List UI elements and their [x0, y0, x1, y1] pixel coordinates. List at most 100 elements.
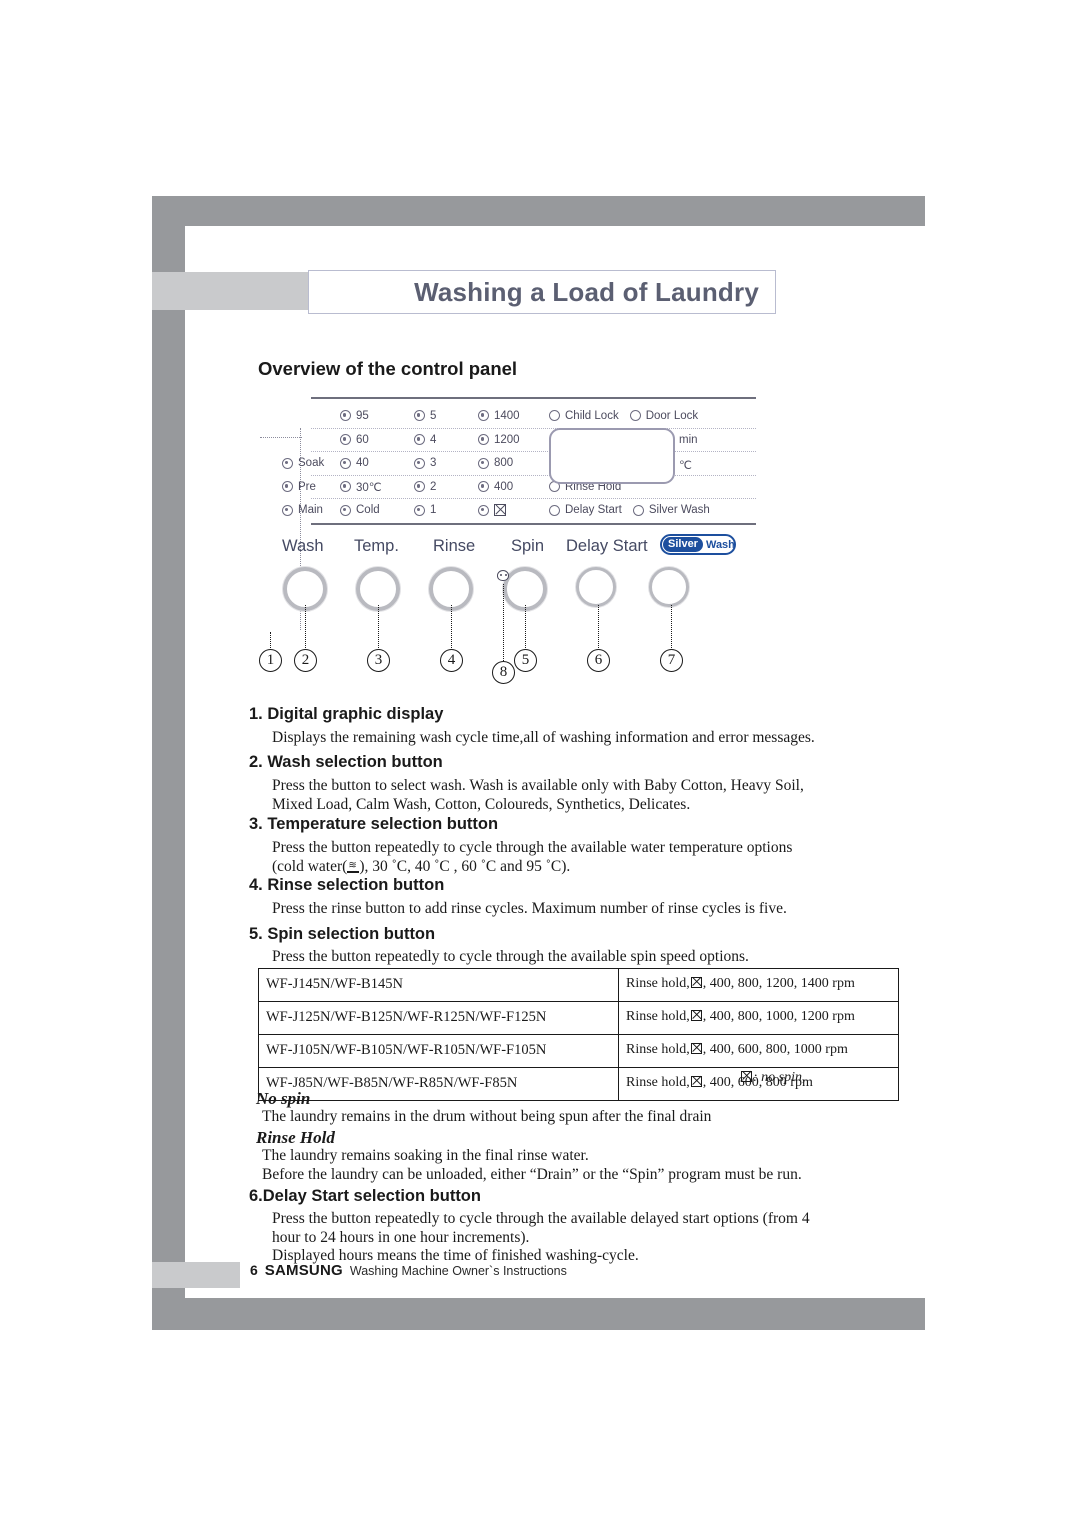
term-no-spin: No spin	[256, 1089, 311, 1108]
button-label-delay-start: Delay Start	[566, 537, 648, 555]
spin-prefix: Rinse hold,	[626, 1075, 690, 1090]
led-ring-icon	[629, 410, 641, 422]
status-delay-silver: Delay Start Silver Wash	[549, 499, 710, 523]
delay-start-selection-button[interactable]	[576, 567, 616, 607]
callout-line-6	[598, 605, 599, 650]
section-heading: Overview of the control panel	[258, 358, 518, 379]
body-spin-selection-button: Press the button repeatedly to cycle thr…	[272, 948, 749, 965]
callout-number-1: 1	[259, 649, 282, 672]
led-temp-95: 95	[340, 404, 369, 428]
body-delay-start-selection-button: Press the button repeatedly to cycle thr…	[272, 1210, 810, 1264]
led-icon	[340, 410, 351, 422]
callout-number-4: 4	[440, 649, 463, 672]
callout-line-8	[503, 584, 504, 661]
control-panel-diagram: 95 5 1400 Child Lock Door Lock 60 4 1200…	[256, 392, 776, 684]
heading-wash-selection-button: 2. Wash selection button	[249, 753, 443, 771]
led-temp-cold: Cold	[340, 499, 380, 523]
heading-delay-start-selection-button: 6.Delay Start selection button	[249, 1187, 481, 1205]
child-lock-icon	[495, 570, 511, 584]
no-spin-icon	[690, 977, 702, 988]
led-rinse-2: 2	[414, 475, 436, 499]
heading-rinse-selection-button: 4. Rinse selection button	[249, 876, 445, 894]
led-ring-icon	[632, 504, 644, 516]
callout-number-8: 8	[492, 661, 515, 684]
callout-number-5: 5	[514, 649, 537, 672]
term-rinse-hold: Rinse Hold	[256, 1128, 335, 1147]
led-icon	[340, 481, 351, 493]
no-spin-legend-text: : no spin,	[753, 1070, 806, 1085]
table-row: WF-J105N/WF-B105N/WF-R105N/WF-F105N Rins…	[258, 1034, 899, 1068]
spin-suffix: , 400, 600, 800, 1000 rpm	[702, 1042, 848, 1057]
callout-number-2: 2	[294, 649, 317, 672]
footer-brand: SAMSUNG	[264, 1262, 343, 1279]
no-spin-icon	[690, 1043, 702, 1054]
table-row: WF-J145N/WF-B145N Rinse hold, , 400, 800,…	[258, 968, 899, 1002]
callout-line-1	[270, 632, 271, 650]
led-spin-1400: 1400	[478, 404, 520, 428]
led-rinse-1: 1	[414, 499, 436, 523]
body-temperature-selection-button: Press the button repeatedly to cycle thr…	[272, 839, 872, 876]
callout-line-5	[525, 605, 526, 650]
callout-line-3	[378, 605, 379, 650]
body-digital-graphic-display: Displays the remaining wash cycle time,a…	[272, 729, 815, 746]
led-icon	[282, 481, 293, 493]
table-cell-model: WF-J105N/WF-B105N/WF-R105N/WF-F105N	[258, 1034, 619, 1068]
heading-digital-graphic-display: 1. Digital graphic display	[249, 705, 444, 723]
led-ring-icon	[549, 410, 560, 422]
led-row: Main Cold 1 Delay Start Silver Wash	[256, 499, 756, 523]
silver-wash-badge[interactable]: Silver Wash	[660, 534, 736, 555]
footer-page-number: 6	[250, 1262, 258, 1278]
led-icon	[478, 434, 489, 446]
led-row: 95 5 1400 Child Lock Door Lock	[256, 404, 756, 428]
led-icon	[340, 457, 351, 469]
temp-body-line1: Press the button repeatedly to cycle thr…	[272, 839, 793, 856]
table-row: WF-J125N/WF-B125N/WF-R125N/WF-F125N Rins…	[258, 1001, 899, 1035]
led-icon	[340, 434, 351, 446]
led-spin-no-spin	[478, 499, 506, 523]
heading-temperature-selection-button: 3. Temperature selection button	[249, 815, 499, 833]
led-spin-400: 400	[478, 475, 513, 499]
led-row: Pre 30℃ 2 400 Rinse Hold	[256, 475, 756, 499]
button-label-wash: Wash	[282, 537, 324, 555]
table-cell-model: WF-J85N/WF-B85N/WF-R85N/WF-F85N	[258, 1067, 619, 1101]
page-footer: 6 SAMSUNG Washing Machine Owner`s Instru…	[250, 1262, 567, 1279]
no-spin-icon	[494, 504, 506, 517]
display-unit-min: min	[679, 434, 698, 446]
led-icon	[478, 481, 489, 493]
silver-wash-badge-wash: Wash	[705, 538, 735, 551]
led-rinse-5: 5	[414, 404, 436, 428]
led-icon	[414, 410, 425, 422]
silver-wash-badge-silver: Silver	[663, 537, 703, 552]
no-spin-legend: : no spin,	[740, 1070, 806, 1086]
button-label-temp: Temp.	[354, 537, 399, 555]
status-child-door-lock: Child Lock Door Lock	[549, 404, 698, 428]
table-cell-model: WF-J125N/WF-B125N/WF-R125N/WF-F125N	[258, 1001, 619, 1035]
definition-rinse-hold: The laundry remains soaking in the final…	[262, 1147, 802, 1183]
spin-prefix: Rinse hold,	[626, 976, 690, 991]
definition-no-spin: The laundry remains in the drum without …	[262, 1108, 712, 1125]
table-cell-spin: Rinse hold, , 400, 800, 1000, 1200 rpm	[618, 1001, 899, 1035]
no-spin-icon	[690, 1076, 702, 1087]
callout-line-4	[451, 605, 452, 650]
button-label-rinse: Rinse	[433, 537, 476, 555]
callout-number-6: 6	[587, 649, 610, 672]
heading-spin-selection-button: 5. Spin selection button	[249, 925, 436, 943]
cold-water-icon: ≋	[347, 860, 360, 873]
led-ring-icon	[549, 504, 560, 516]
led-wash-soak: Soak	[282, 452, 324, 476]
table-cell-spin: Rinse hold, , 400, 800, 1200, 1400 rpm	[618, 968, 899, 1002]
led-icon	[414, 481, 425, 493]
callout-number-3: 3	[367, 649, 390, 672]
silver-wash-selection-button[interactable]	[649, 567, 689, 607]
temp-body-line2a: (cold water(	[272, 857, 348, 875]
no-spin-icon	[741, 1071, 752, 1082]
button-label-spin: Spin	[511, 537, 545, 555]
led-wash-pre: Pre	[282, 475, 316, 499]
callout-line-2	[305, 605, 306, 650]
led-icon	[282, 504, 293, 516]
led-icon	[414, 504, 425, 516]
led-wash-main: Main	[282, 499, 323, 523]
table-cell-spin: Rinse hold, , 400, 600, 800, 1000 rpm	[618, 1034, 899, 1068]
led-temp-30c: 30℃	[340, 475, 382, 499]
led-rinse-4: 4	[414, 428, 436, 452]
